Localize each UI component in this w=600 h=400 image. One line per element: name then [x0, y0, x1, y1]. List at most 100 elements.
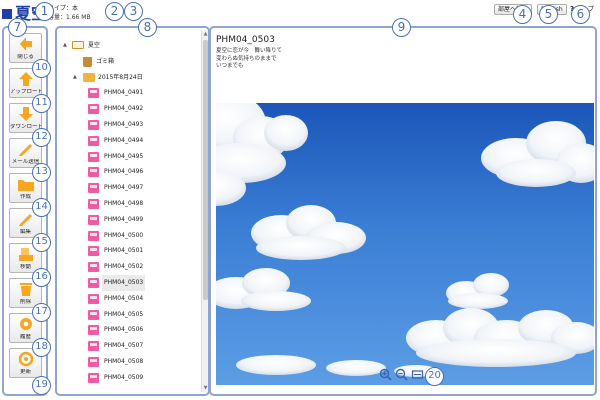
title-square-icon	[2, 9, 12, 19]
tree-file-item[interactable]: PHM04_0503	[61, 274, 203, 291]
photo-file-icon	[88, 341, 99, 352]
sky-photo	[216, 103, 594, 385]
fit-to-window-icon[interactable]	[411, 368, 424, 381]
file-meta: タイプ：本 容量：1.66 MB	[48, 4, 91, 22]
tree-folder[interactable]: ▲ 2015年8月24日	[61, 70, 203, 86]
type-line: タイプ：本	[48, 5, 79, 12]
pencil-icon	[17, 211, 35, 227]
callout-number: 8	[138, 18, 157, 37]
folder-toggle-icon[interactable]: ▲	[73, 70, 77, 86]
tree-trash[interactable]: ゴミ箱	[61, 54, 203, 70]
photo-file-icon	[88, 183, 99, 194]
tree-file-item[interactable]: PHM04_0499	[61, 212, 203, 228]
tree-file-item[interactable]: PHM04_0504	[61, 291, 203, 307]
document-line: いつまでも	[216, 63, 244, 69]
callout-number: 14	[32, 198, 51, 217]
collapse-toggle-icon[interactable]: ▲	[63, 38, 67, 54]
folder-create-icon	[17, 176, 35, 192]
tree-file-label: PHM04_0500	[104, 231, 144, 239]
tree-file-item[interactable]: PHM04_0498	[61, 196, 203, 212]
tree-file-item[interactable]: PHM04_0500	[61, 228, 203, 244]
photo-file-icon	[88, 151, 99, 162]
upload-icon	[17, 71, 35, 87]
photo-file-icon	[88, 167, 99, 178]
tree-file-label: PHM04_0504	[104, 294, 144, 302]
tree-file-label: PHM04_0505	[104, 310, 144, 318]
scroll-up-icon[interactable]: ▲	[202, 30, 208, 38]
callout-number: 3	[124, 2, 143, 21]
tree-file-label: PHM04_0493	[104, 120, 144, 128]
photo-file-icon	[88, 277, 99, 288]
file-tree: ▲ 夏空 ゴミ箱 ▲ 2015年8月24日 PHM04_0491 PHM04_04…	[61, 38, 203, 386]
callout-number: 5	[539, 5, 558, 24]
photo-file-icon	[88, 214, 99, 225]
callout-number: 15	[32, 233, 51, 252]
preview-panel: PHM04_0503 夏空に恋が今 舞い降りて 変わらぬ気持ちのままで いつまで…	[209, 26, 597, 396]
callout-number: 16	[32, 268, 51, 287]
callout-number: 2	[105, 2, 124, 21]
tree-root[interactable]: ▲ 夏空	[61, 38, 203, 54]
tree-file-item[interactable]: PHM04_0509	[61, 370, 203, 386]
toolbar-button[interactable]: 閉じる	[9, 33, 42, 63]
callout-number: 6	[571, 5, 590, 24]
photo-file-icon	[88, 230, 99, 241]
tree-file-label: PHM04_0496	[104, 168, 144, 176]
tree-file-item[interactable]: PHM04_0501	[61, 243, 203, 259]
callout-number: 18	[32, 338, 51, 357]
zoom-out-icon[interactable]	[395, 368, 408, 381]
tree-file-label: PHM04_0491	[104, 89, 144, 97]
photo-file-icon	[88, 356, 99, 367]
document-title: PHM04_0503	[216, 35, 275, 45]
callout-number: 10	[32, 59, 51, 78]
download-icon	[17, 106, 35, 122]
tree-file-item[interactable]: PHM04_0506	[61, 322, 203, 338]
tree-file-item[interactable]: PHM04_0495	[61, 149, 203, 165]
photo-file-icon	[88, 262, 99, 273]
tree-file-label: PHM04_0502	[104, 263, 144, 271]
trash-icon	[17, 281, 35, 297]
photo-file-icon	[88, 104, 99, 115]
scroll-thumb[interactable]	[203, 40, 208, 300]
scroll-down-icon[interactable]: ▼	[202, 384, 208, 392]
zoom-controls	[379, 368, 424, 382]
tree-file-item[interactable]: PHM04_0497	[61, 180, 203, 196]
trash-bin-icon	[83, 56, 92, 67]
tree-file-item[interactable]: PHM04_0507	[61, 338, 203, 354]
callout-number: 1	[35, 2, 54, 21]
photo-file-icon	[88, 88, 99, 99]
tree-file-item[interactable]: PHM04_0493	[61, 117, 203, 133]
callout-number: 9	[392, 18, 411, 37]
size-line: 容量：1.66 MB	[48, 14, 91, 21]
tree-panel: ▲ 夏空 ゴミ箱 ▲ 2015年8月24日 PHM04_0491 PHM04_04…	[55, 26, 210, 396]
tree-file-item[interactable]: PHM04_0508	[61, 354, 203, 370]
photo-file-icon	[88, 198, 99, 209]
pencil-mail-icon	[17, 141, 35, 157]
close-arrow-icon	[17, 36, 35, 52]
zoom-in-icon[interactable]	[379, 368, 392, 381]
tree-trash-label: ゴミ箱	[96, 57, 115, 65]
tree-file-label: PHM04_0499	[104, 215, 144, 223]
tree-file-label: PHM04_0503	[102, 274, 146, 291]
photo-file-icon	[88, 135, 99, 146]
tree-scrollbar[interactable]: ▲ ▼	[201, 30, 208, 392]
tree-file-item[interactable]: PHM04_0491	[61, 85, 203, 101]
tree-file-item[interactable]: PHM04_0492	[61, 101, 203, 117]
tree-file-item[interactable]: PHM04_0496	[61, 164, 203, 180]
document-line: 夏空に恋が今 舞い降りて	[216, 48, 283, 54]
photo-file-icon	[88, 309, 99, 320]
document-text: 夏空に恋が今 舞い降りて 変わらぬ気持ちのままで いつまでも	[216, 48, 282, 71]
tree-file-item[interactable]: PHM04_0494	[61, 133, 203, 149]
photo-file-icon	[88, 246, 99, 257]
tree-file-label: PHM04_0495	[104, 152, 144, 160]
photo-file-icon	[88, 293, 99, 304]
gear-icon	[17, 316, 35, 332]
tree-root-label: 夏空	[88, 42, 101, 49]
tree-file-item[interactable]: PHM04_0505	[61, 307, 203, 323]
tree-file-label: PHM04_0501	[104, 247, 144, 255]
cloud-image	[216, 103, 594, 377]
tree-file-label: PHM04_0492	[104, 105, 144, 113]
callout-number: 11	[32, 94, 51, 113]
callout-number: 4	[513, 5, 532, 24]
tree-file-item[interactable]: PHM04_0502	[61, 259, 203, 275]
tree-file-label: PHM04_0509	[104, 373, 144, 381]
